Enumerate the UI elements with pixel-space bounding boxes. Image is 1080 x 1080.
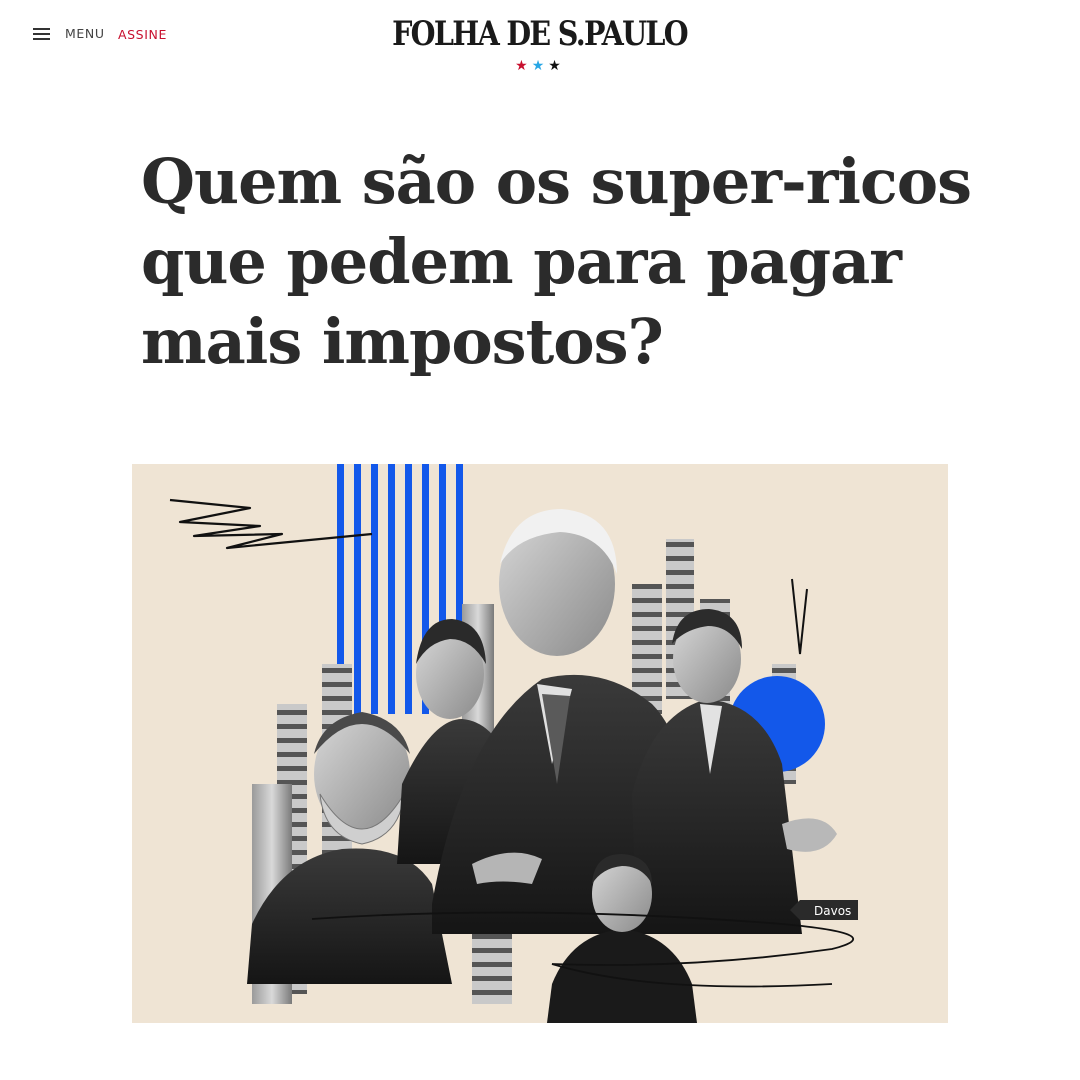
article-hero-image[interactable]: Davos	[132, 464, 948, 1023]
logo-wordmark: FOLHA DE S.PAULO	[392, 14, 690, 54]
star-black-icon: ★	[548, 57, 565, 73]
article-headline[interactable]: Quem são os super-ricos que pedem para p…	[141, 142, 1001, 382]
star-red-icon: ★	[515, 57, 532, 73]
davos-sign-text: Davos	[814, 904, 851, 918]
logo-stars: ★★★	[0, 57, 1080, 73]
site-logo[interactable]: FOLHA DE S.PAULO ★★★	[0, 14, 1080, 73]
star-blue-icon: ★	[531, 57, 549, 73]
davos-sign: Davos	[790, 900, 858, 920]
